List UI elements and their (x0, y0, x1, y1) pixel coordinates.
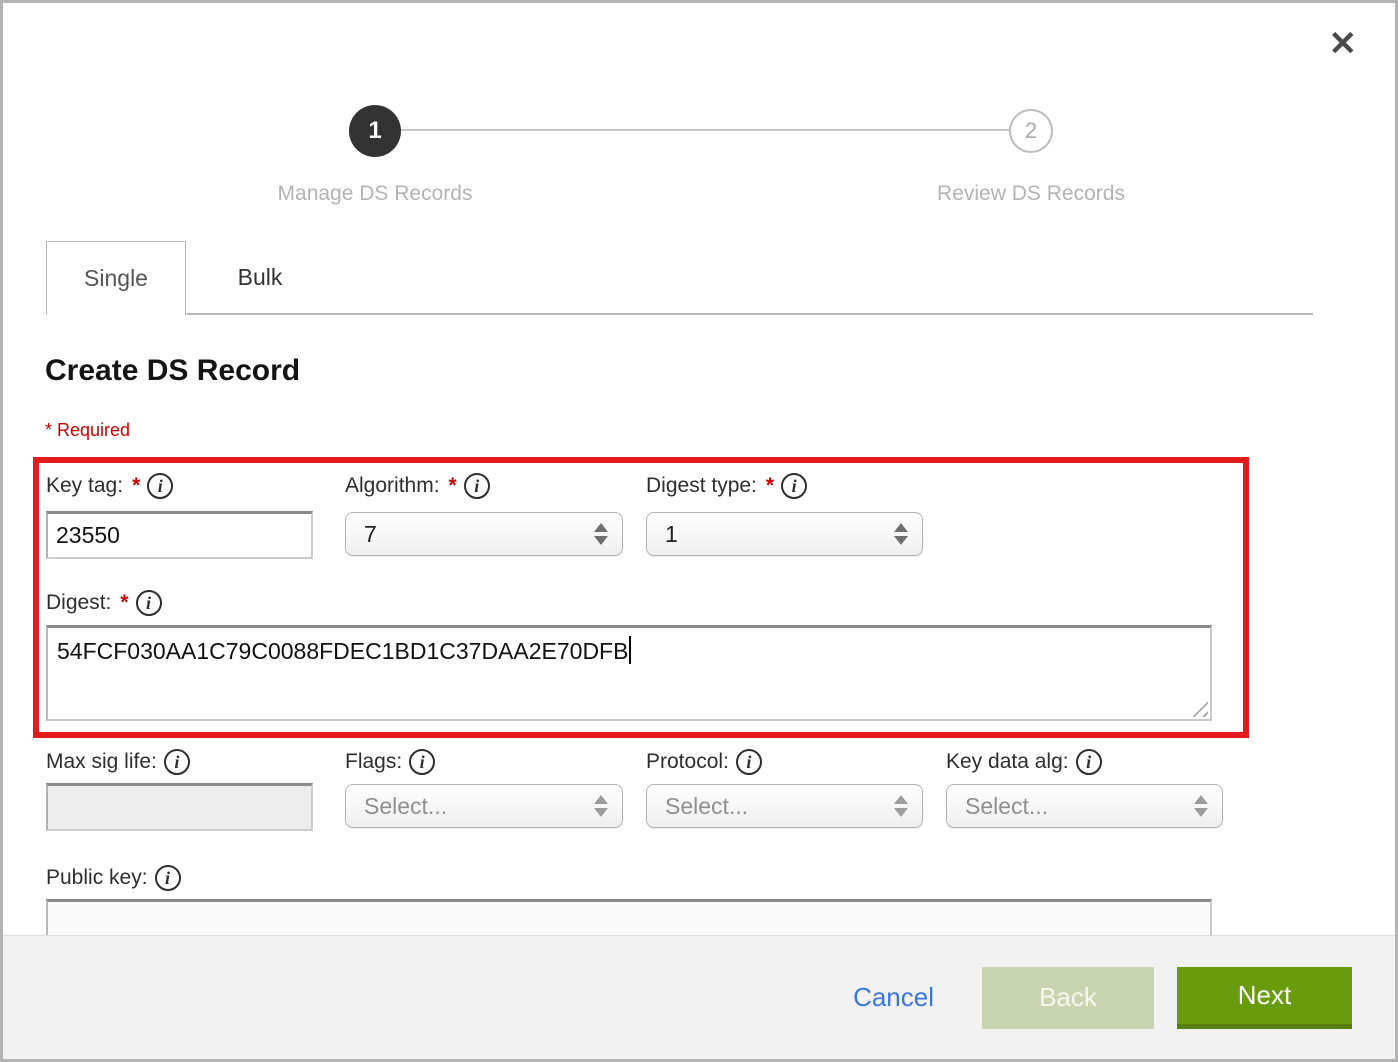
key-tag-input[interactable] (46, 511, 313, 559)
digest-type-label-text: Digest type: (646, 474, 757, 498)
tab-bulk[interactable]: Bulk (187, 241, 333, 313)
protocol-selected-value: Select... (665, 793, 886, 820)
max-sig-life-label: Max sig life: i (46, 747, 190, 777)
protocol-select[interactable]: Select... (646, 784, 923, 828)
resize-handle[interactable] (1188, 697, 1208, 717)
public-key-label: Public key: i (46, 863, 181, 893)
tab-single[interactable]: Single (46, 241, 186, 315)
key-tag-label-text: Key tag: (46, 474, 123, 498)
protocol-label: Protocol: i (646, 747, 762, 777)
cancel-button[interactable]: Cancel (853, 982, 934, 1013)
algorithm-selected-value: 7 (364, 521, 586, 548)
info-icon[interactable]: i (147, 473, 173, 499)
info-icon[interactable]: i (155, 865, 181, 891)
key-data-alg-label: Key data alg: i (946, 747, 1102, 777)
close-icon[interactable]: ✕ (1329, 27, 1358, 61)
digest-type-select[interactable]: 1 (646, 512, 923, 556)
page-title: Create DS Record (45, 354, 300, 388)
info-icon[interactable]: i (464, 473, 490, 499)
required-note: * Required (45, 420, 130, 441)
flags-label: Flags: i (345, 747, 435, 777)
max-sig-life-input[interactable] (46, 783, 313, 831)
key-data-alg-selected-value: Select... (965, 793, 1186, 820)
next-button[interactable]: Next (1177, 967, 1352, 1029)
protocol-label-text: Protocol: (646, 750, 729, 774)
required-star: * (766, 474, 774, 498)
info-icon[interactable]: i (164, 749, 190, 775)
max-sig-life-label-text: Max sig life: (46, 750, 157, 774)
text-caret (629, 636, 631, 664)
info-icon[interactable]: i (409, 749, 435, 775)
flags-select[interactable]: Select... (345, 784, 623, 828)
digest-textarea[interactable]: 54FCF030AA1C79C0088FDEC1BD1C37DAA2E70DFB (46, 625, 1212, 721)
step-1-label: Manage DS Records (215, 182, 535, 206)
info-icon[interactable]: i (1076, 749, 1102, 775)
select-arrows-icon (894, 523, 908, 545)
select-arrows-icon (894, 795, 908, 817)
footer-bar: Cancel Back Next (3, 935, 1395, 1059)
digest-type-selected-value: 1 (665, 521, 886, 548)
step-2-circle: 2 (1009, 109, 1053, 153)
digest-label: Digest: * i (46, 588, 162, 618)
digest-value: 54FCF030AA1C79C0088FDEC1BD1C37DAA2E70DFB (57, 638, 628, 664)
select-arrows-icon (594, 795, 608, 817)
required-star: * (120, 591, 128, 615)
tab-underline (187, 313, 1313, 315)
info-icon[interactable]: i (781, 473, 807, 499)
key-data-alg-select[interactable]: Select... (946, 784, 1223, 828)
public-key-label-text: Public key: (46, 866, 148, 890)
algorithm-label-text: Algorithm: (345, 474, 440, 498)
algorithm-label: Algorithm: * i (345, 471, 490, 501)
create-ds-record-modal: ✕ 1 2 Manage DS Records Review DS Record… (0, 0, 1398, 1062)
step-1-circle: 1 (349, 105, 401, 157)
step-2-label: Review DS Records (871, 182, 1191, 206)
stepper-connector-line (375, 129, 1031, 131)
flags-label-text: Flags: (345, 750, 402, 774)
back-button[interactable]: Back (982, 967, 1154, 1029)
algorithm-select[interactable]: 7 (345, 512, 623, 556)
info-icon[interactable]: i (736, 749, 762, 775)
key-tag-label: Key tag: * i (46, 471, 173, 501)
select-arrows-icon (1194, 795, 1208, 817)
digest-label-text: Digest: (46, 591, 111, 615)
key-data-alg-label-text: Key data alg: (946, 750, 1069, 774)
select-arrows-icon (594, 523, 608, 545)
flags-selected-value: Select... (364, 793, 586, 820)
info-icon[interactable]: i (136, 590, 162, 616)
required-star: * (132, 474, 140, 498)
required-star: * (449, 474, 457, 498)
digest-type-label: Digest type: * i (646, 471, 807, 501)
